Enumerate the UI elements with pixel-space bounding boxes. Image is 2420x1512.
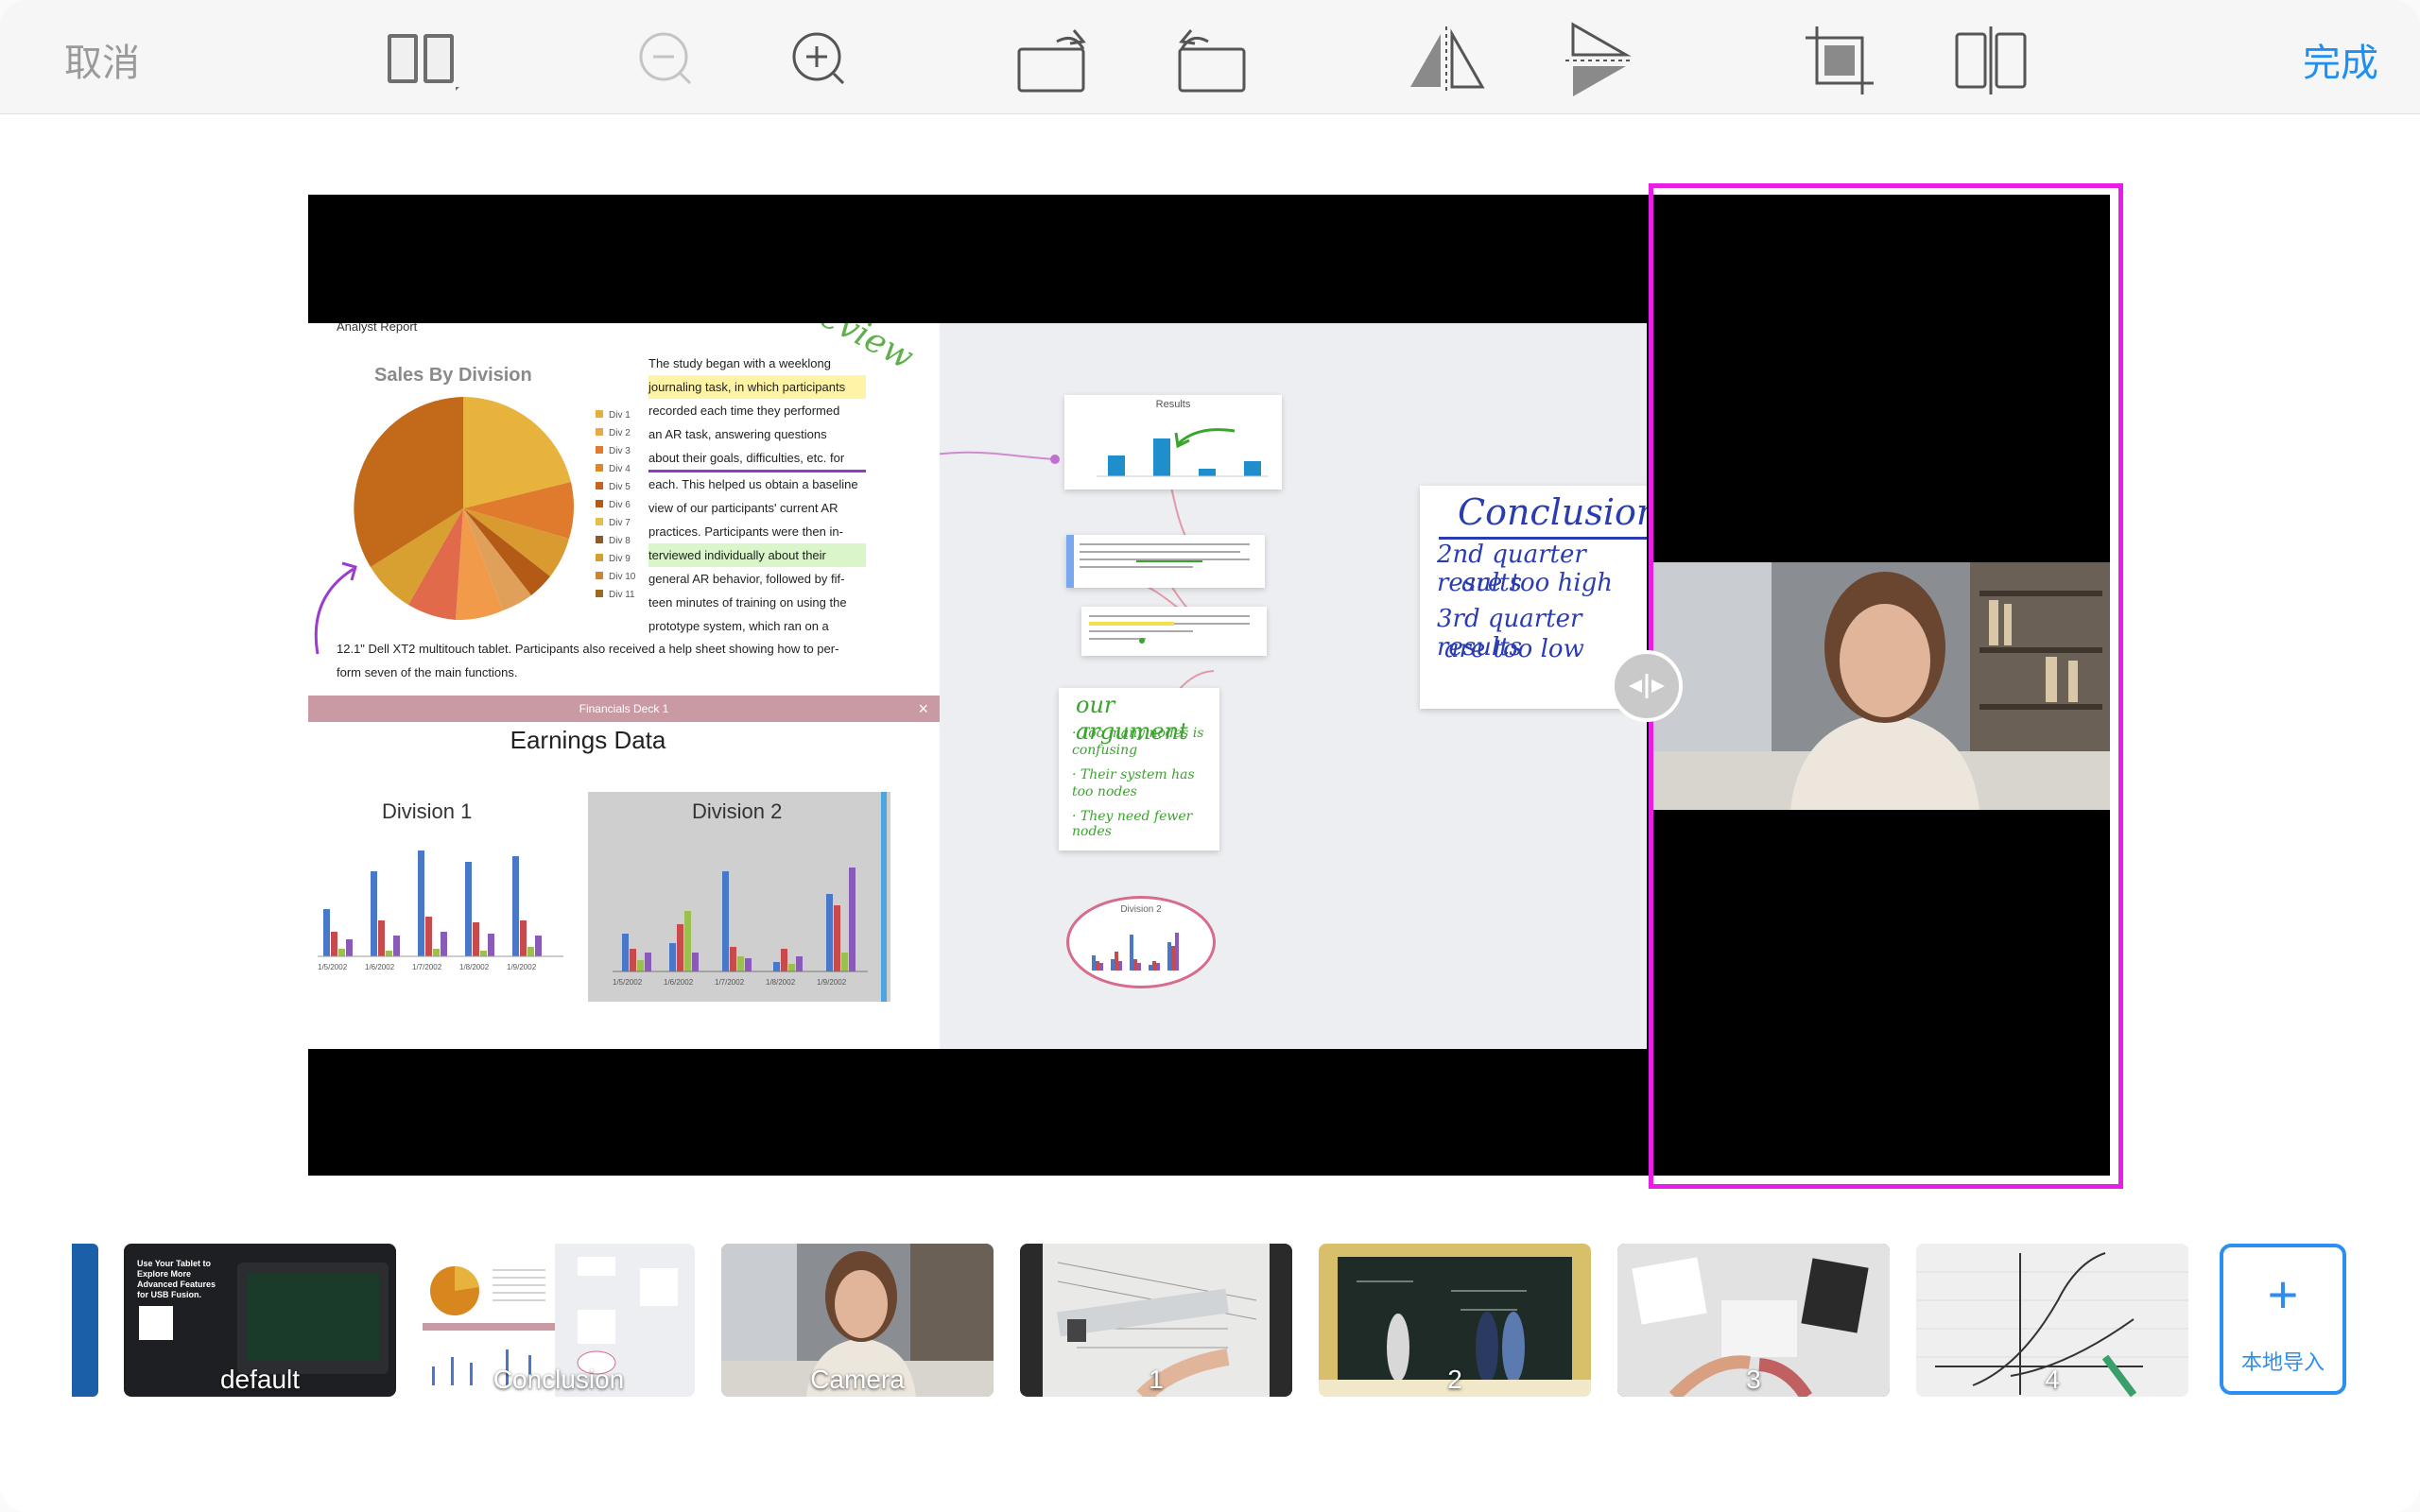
pie-chart <box>354 397 574 620</box>
legend-item: Div 3 <box>596 442 635 460</box>
document-panel: Analyst Report Sales By Division Div 1 D… <box>308 323 940 1049</box>
crop-icon[interactable] <box>1800 21 1879 100</box>
results-card: Results <box>1064 395 1282 490</box>
svg-text:1/6/2002: 1/6/2002 <box>664 978 694 987</box>
doc-header: Analyst Report <box>337 323 418 334</box>
quote-lines-2 <box>1089 615 1250 644</box>
flip-horizontal-icon[interactable] <box>1407 21 1486 100</box>
quote-card-2 <box>1081 607 1267 656</box>
tablet-mock <box>237 1263 389 1374</box>
zoom-in-icon[interactable] <box>779 21 858 100</box>
quote-lines <box>1080 543 1250 568</box>
svg-text:1/6/2002: 1/6/2002 <box>365 963 395 971</box>
cancel-button[interactable]: 取消 <box>64 32 140 87</box>
study-text: The study began with a weeklong journali… <box>648 352 866 638</box>
close-icon: × <box>918 699 928 718</box>
division2-chart: 1/5/2002 1/6/2002 1/7/2002 1/8/2002 1/9/2002 <box>613 868 868 987</box>
legend-item: Div 1 <box>596 406 635 424</box>
legend-item: Div 11 <box>596 586 635 604</box>
svg-text:1/9/2002: 1/9/2002 <box>817 978 847 987</box>
thumbnail-partial[interactable] <box>72 1244 98 1397</box>
zoom-out-icon[interactable] <box>628 21 707 100</box>
legend-item: Div 10 <box>596 568 635 586</box>
qr-code-icon <box>139 1306 173 1340</box>
done-button[interactable]: 完成 <box>2303 32 2378 87</box>
financials-deck-bar: Financials Deck 1 × <box>308 696 940 722</box>
rotate-right-icon[interactable] <box>1170 21 1250 100</box>
division1-chart: 1/5/2002 1/6/2002 1/7/2002 1/8/2002 1/9/2002 <box>318 850 563 971</box>
scroll-indicator <box>881 792 887 1002</box>
legend-item: Div 2 <box>596 424 635 442</box>
division2-mini-card: Division 2 <box>1066 896 1216 988</box>
whiteboard-canvas: Results Conclusion 2nd quarter results a… <box>940 323 1647 1049</box>
scene-thumbnails: Use Your Tablet to Explore More Advanced… <box>0 1240 2420 1400</box>
resize-horizontal-icon <box>1629 674 1665 698</box>
flip-vertical-icon[interactable] <box>1560 21 1639 100</box>
thumbnail-2[interactable]: 2 <box>1319 1244 1591 1397</box>
local-import-button[interactable]: + 本地导入 <box>2220 1244 2346 1395</box>
selection-frame[interactable] <box>1649 183 2123 1189</box>
svg-text:1/7/2002: 1/7/2002 <box>412 963 442 971</box>
underline <box>1439 537 1647 540</box>
plus-icon: + <box>2267 1264 2299 1324</box>
svg-text:1/7/2002: 1/7/2002 <box>715 978 745 987</box>
pie-legend: Div 1 Div 2 Div 3 Div 4 Div 5 Div 6 Div … <box>596 406 635 604</box>
study-text-tail: 12.1" Dell XT2 multitouch tablet. Partic… <box>337 642 839 679</box>
division1-title: Division 1 <box>382 799 473 823</box>
screen-share-image: Analyst Report Sales By Division Div 1 D… <box>308 323 1647 1049</box>
results-chart <box>1097 428 1269 477</box>
division2-title: Division 2 <box>692 799 783 823</box>
svg-text:1/5/2002: 1/5/2002 <box>613 978 643 987</box>
svg-text:1/5/2002: 1/5/2002 <box>318 963 348 971</box>
earnings-title: Earnings Data <box>510 726 666 754</box>
division2-box: Division 2 1/5/2002 1/6/2002 1/7/2002 1/8/2… <box>588 792 890 1002</box>
legend-item: Div 4 <box>596 460 635 478</box>
thumbnail-conclusion[interactable]: Conclusion <box>423 1244 695 1397</box>
pie-title: Sales By Division <box>374 365 532 386</box>
rotate-left-icon[interactable] <box>1015 21 1095 100</box>
split-icon[interactable] <box>1951 21 2031 100</box>
legend-item: Div 5 <box>596 478 635 496</box>
thumbnail-1[interactable]: 1 <box>1020 1244 1292 1397</box>
quote-card-1 <box>1066 535 1265 588</box>
svg-text:1/9/2002: 1/9/2002 <box>507 963 537 971</box>
svg-text:1/8/2002: 1/8/2002 <box>766 978 796 987</box>
split-drag-handle[interactable] <box>1611 650 1683 722</box>
layout-icon[interactable] <box>382 21 461 100</box>
thumbnail-default[interactable]: Use Your Tablet to Explore More Advanced… <box>124 1244 396 1397</box>
editor-window: 取消 完成 Analyst Report Sales By Division D… <box>0 0 2420 1512</box>
legend-item: Div 7 <box>596 514 635 532</box>
legend-item: Div 9 <box>596 550 635 568</box>
thumbnail-camera[interactable]: Camera <box>721 1244 994 1397</box>
legend-item: Div 8 <box>596 532 635 550</box>
legend-item: Div 6 <box>596 496 635 514</box>
thumbnail-3[interactable]: 3 <box>1617 1244 1890 1397</box>
thumbnail-4[interactable]: 4 <box>1916 1244 2188 1397</box>
mini-chart <box>1092 933 1179 971</box>
quote-bar <box>1066 535 1074 588</box>
svg-text:1/8/2002: 1/8/2002 <box>459 963 490 971</box>
tablet-screen <box>247 1274 379 1361</box>
argument-card: our argument · Too many nodes is confusi… <box>1059 688 1219 850</box>
top-toolbar: 取消 完成 <box>0 0 2420 114</box>
